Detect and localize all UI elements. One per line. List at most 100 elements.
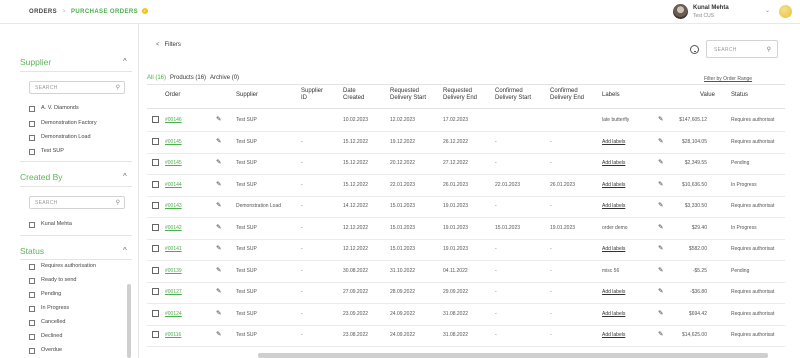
breadcrumb-orders[interactable]: ORDERS — [29, 9, 57, 15]
column-confirmed-start[interactable]: Confirmed Delivery Start — [495, 88, 531, 102]
table-row[interactable]: ✎ ✎ #00141 Test SUP - 12.12.2022 15.01.2023 19.… — [147, 238, 785, 261]
order-search-input[interactable]: SEARCH ⚲ — [706, 40, 778, 58]
row-checkbox[interactable] — [152, 223, 159, 231]
order-number-link[interactable]: #00141 — [165, 246, 182, 252]
column-value[interactable]: Value — [700, 92, 715, 99]
column-confirmed-end[interactable]: Confirmed Delivery End — [550, 88, 584, 102]
edit-labels-pencil-icon[interactable]: ✎ — [658, 158, 663, 166]
edit-labels-pencil-icon[interactable]: ✎ — [658, 201, 663, 209]
column-status[interactable]: Status — [731, 92, 748, 99]
row-checkbox[interactable] — [152, 245, 159, 252]
checkbox[interactable] — [29, 320, 35, 326]
order-number-link[interactable]: #00139 — [165, 268, 182, 274]
add-labels-link[interactable]: Add labels — [602, 139, 625, 145]
checkbox[interactable] — [29, 264, 35, 270]
edit-labels-pencil-icon[interactable]: ✎ — [658, 223, 663, 231]
checkbox[interactable] — [29, 292, 35, 298]
export-icon[interactable] — [690, 45, 699, 54]
add-labels-link[interactable]: Add labels — [602, 311, 625, 317]
filters-toggle[interactable]: < Filters — [156, 42, 181, 48]
tab-all[interactable]: All (16) — [147, 75, 166, 81]
chevron-down-icon[interactable]: ⌄ — [765, 7, 770, 14]
edit-order-pencil-icon[interactable]: ✎ — [216, 158, 221, 166]
column-date-created[interactable]: Date Created — [343, 88, 364, 102]
row-checkbox[interactable] — [152, 159, 159, 166]
order-number-link[interactable]: #00145 — [165, 139, 182, 145]
edit-labels-pencil-icon[interactable]: ✎ — [658, 115, 663, 123]
edit-order-pencil-icon[interactable]: ✎ — [216, 309, 221, 317]
table-row[interactable]: ✎ ✎ #00144 Test SUP - 15.12.2022 22.01.2023 26.… — [147, 174, 785, 197]
row-checkbox[interactable] — [152, 266, 159, 274]
edit-labels-pencil-icon[interactable]: ✎ — [658, 309, 663, 317]
order-number-link[interactable]: #00116 — [165, 332, 181, 338]
chevron-up-icon[interactable]: ^ — [123, 246, 127, 255]
table-row[interactable]: ✎ ✎ #00116 Test SUP - 23.08.2022 24.09.2022 31.… — [147, 324, 785, 347]
notification-icon[interactable] — [779, 5, 792, 18]
order-range-toggle[interactable]: Filter by Order Range — [704, 76, 752, 82]
column-labels[interactable]: Labels — [602, 92, 620, 99]
add-labels-link[interactable]: Add labels — [602, 246, 625, 252]
created-by-filter-title[interactable]: Created By — [20, 172, 63, 182]
checkbox[interactable] — [29, 306, 35, 312]
order-number-link[interactable]: #00145 — [165, 160, 182, 166]
table-horizontal-scrollbar[interactable] — [258, 353, 768, 358]
table-row[interactable]: ✎ ✎ #00145 Test SUP - 15.12.2022 19.12.2022 26.… — [147, 131, 785, 154]
order-number-link[interactable]: #00144 — [165, 182, 182, 188]
table-row[interactable]: ✎ ✎ #00139 Test SUP - 30.08.2022 31.10.2022 04.… — [147, 260, 785, 283]
table-row[interactable]: ✎ ✎ #00146 Test SUP 10.02.2023 12.02.2023 17.0… — [147, 109, 785, 132]
edit-order-pencil-icon[interactable]: ✎ — [216, 287, 221, 295]
edit-order-pencil-icon[interactable]: ✎ — [216, 244, 221, 252]
supplier-search-input[interactable]: SEARCH ⚲ — [29, 81, 125, 94]
order-number-link[interactable]: #00143 — [165, 203, 182, 209]
order-number-link[interactable]: #00124 — [165, 311, 182, 317]
checkbox[interactable] — [29, 222, 35, 228]
chevron-up-icon[interactable]: ^ — [123, 57, 127, 66]
order-number-link[interactable]: #00146 — [165, 117, 182, 123]
edit-order-pencil-icon[interactable]: ✎ — [216, 201, 221, 209]
edit-labels-pencil-icon[interactable]: ✎ — [658, 180, 663, 188]
chevron-up-icon[interactable]: ^ — [123, 172, 127, 181]
table-row[interactable]: ✎ ✎ #00124 Test SUP - 23.09.2022 24.09.2022 31.… — [147, 303, 785, 326]
add-labels-link[interactable]: Add labels — [602, 203, 625, 209]
table-row[interactable]: ✎ ✎ #00143 Demonstration Load - 14.12.2022 15.… — [147, 195, 785, 218]
add-labels-link[interactable]: Add labels — [602, 182, 625, 188]
checkbox[interactable] — [29, 334, 35, 340]
edit-labels-pencil-icon[interactable]: ✎ — [658, 244, 663, 252]
column-supplier[interactable]: Supplier — [236, 92, 258, 99]
supplier-filter-title[interactable]: Supplier — [20, 57, 51, 67]
edit-labels-pencil-icon[interactable]: ✎ — [658, 137, 663, 145]
column-requested-end[interactable]: Requested Delivery End — [443, 88, 477, 102]
row-checkbox[interactable] — [152, 288, 159, 295]
row-checkbox[interactable] — [152, 180, 159, 188]
created-by-search-input[interactable]: SEARCH ⚲ — [29, 196, 125, 209]
info-badge-icon[interactable]: i — [142, 8, 148, 14]
checkbox[interactable] — [29, 121, 35, 127]
row-checkbox[interactable] — [152, 309, 159, 317]
add-labels-link[interactable]: Add labels — [602, 160, 625, 166]
edit-order-pencil-icon[interactable]: ✎ — [216, 266, 221, 274]
add-labels-link[interactable]: Add labels — [602, 332, 625, 338]
row-checkbox[interactable] — [152, 137, 159, 145]
table-row[interactable]: ✎ ✎ #00127 Test SUP - 27.09.2022 28.09.2022 29.… — [147, 281, 785, 304]
edit-labels-pencil-icon[interactable]: ✎ — [658, 266, 663, 274]
checkbox[interactable] — [29, 348, 35, 354]
checkbox[interactable] — [29, 149, 35, 155]
edit-order-pencil-icon[interactable]: ✎ — [216, 137, 221, 145]
order-number-link[interactable]: #00142 — [165, 225, 182, 231]
sidebar-scrollbar[interactable] — [127, 284, 131, 358]
table-row[interactable]: ✎ ✎ #00142 Test SUP - 12.12.2022 15.01.2023 19.… — [147, 217, 785, 240]
column-requested-start[interactable]: Requested Delivery Start — [390, 88, 426, 102]
column-order[interactable]: Order — [165, 92, 180, 99]
edit-order-pencil-icon[interactable]: ✎ — [216, 223, 221, 231]
avatar[interactable] — [673, 4, 688, 19]
edit-order-pencil-icon[interactable]: ✎ — [216, 115, 221, 123]
order-number-link[interactable]: #00127 — [165, 289, 182, 295]
row-checkbox[interactable] — [152, 331, 159, 338]
add-labels-link[interactable]: Add labels — [602, 289, 625, 295]
tab-products[interactable]: Products (16) — [170, 75, 206, 81]
edit-order-pencil-icon[interactable]: ✎ — [216, 180, 221, 188]
checkbox[interactable] — [29, 106, 35, 112]
checkbox[interactable] — [29, 278, 35, 284]
column-supplier-id[interactable]: Supplier ID — [301, 88, 323, 102]
tab-archive[interactable]: Archive (0) — [210, 75, 239, 81]
